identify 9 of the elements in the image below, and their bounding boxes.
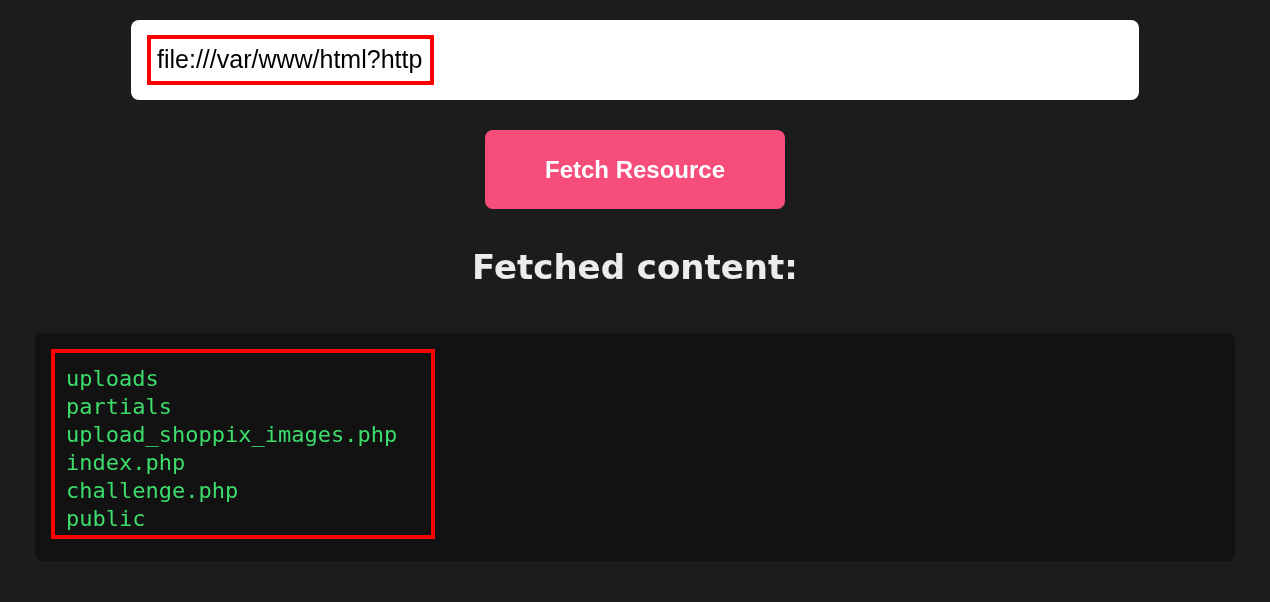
- output-line: partials: [66, 393, 173, 421]
- output-line: upload_shoppix_images.php: [66, 421, 398, 449]
- output-line: public: [66, 505, 147, 533]
- output-line: uploads: [66, 365, 160, 393]
- result-heading: Fetched content:: [472, 247, 798, 289]
- url-value: file:///var/www/html?http: [147, 35, 435, 85]
- url-field[interactable]: file:///var/www/html?http: [131, 20, 1139, 100]
- output-line: challenge.php: [66, 477, 240, 505]
- output-line: index.php: [66, 449, 187, 477]
